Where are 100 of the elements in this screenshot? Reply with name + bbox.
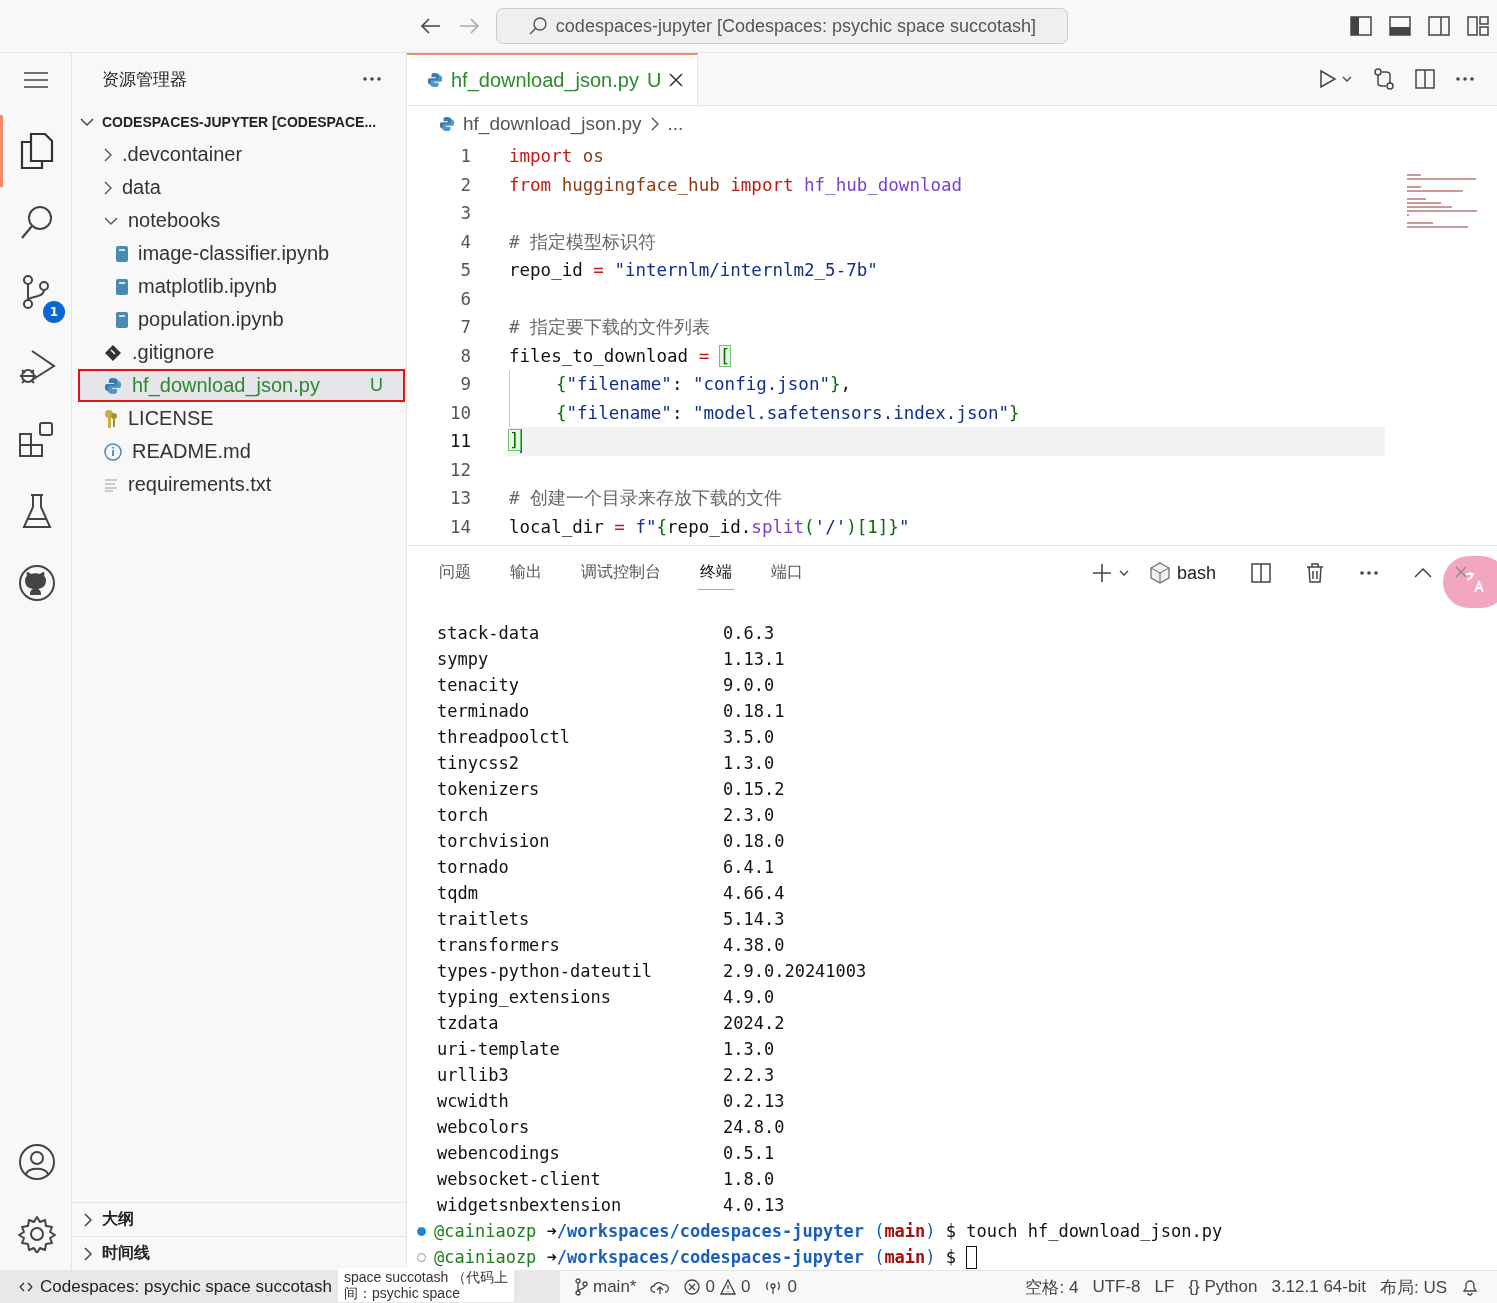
bell-icon[interactable] (1461, 1278, 1479, 1296)
branch-indicator[interactable]: main* (574, 1277, 637, 1297)
file-tree-item[interactable]: requirements.txt (78, 468, 405, 501)
terminal-cursor (966, 1245, 978, 1269)
files-icon[interactable] (19, 132, 55, 170)
terminal-text: 6.4.1 (723, 857, 775, 877)
flask-icon[interactable] (22, 493, 52, 529)
warning-count: 0 (740, 1277, 751, 1297)
terminal-text: tzdata (437, 1013, 500, 1033)
line-number: 13 (448, 488, 472, 509)
notebook-file-icon (116, 245, 128, 262)
cloud-upload-icon[interactable] (650, 1279, 671, 1295)
chevron-right-icon (104, 180, 112, 195)
terminal-text: 1.3.0 (723, 753, 775, 773)
file-tree-item[interactable]: README.md (78, 435, 405, 468)
command-status-dot[interactable] (417, 1226, 426, 1236)
close-icon[interactable] (669, 73, 684, 87)
terminal-shell-label[interactable]: bash (1176, 562, 1216, 584)
line-number: 10 (448, 402, 472, 423)
terminal-text: tinycss2 (437, 753, 520, 773)
line-number: 8 (459, 345, 472, 366)
line-number: 4 (459, 231, 472, 252)
text-file-icon (104, 477, 118, 492)
toggle-sidebar-icon[interactable] (1350, 16, 1372, 36)
error-count: 0 (705, 1277, 715, 1297)
chevron-down-icon (104, 216, 118, 225)
editor-tab[interactable]: hf_download_json.py U (407, 53, 699, 105)
back-arrow-icon[interactable] (420, 17, 442, 35)
breadcrumb-item[interactable]: ... (667, 113, 684, 135)
terminal-text: webcolors (437, 1117, 531, 1137)
status-bar-item[interactable]: {} Python (1188, 1277, 1258, 1297)
more-actions-icon[interactable] (1455, 76, 1475, 82)
command-center-search[interactable]: codespaces-jupyter [Codespaces: psychic space succotash] (496, 8, 1068, 44)
warning-icon (719, 1279, 736, 1295)
status-bar-item[interactable]: 3.12.1 64-bit (1271, 1277, 1366, 1297)
terminal-text: 0.18.0 (723, 831, 785, 851)
extensions-icon[interactable] (18, 420, 56, 458)
terminal-text: tenacity (437, 675, 520, 695)
toggle-secondary-sidebar-icon[interactable] (1428, 16, 1450, 36)
account-icon[interactable] (18, 1143, 56, 1181)
trash-icon[interactable] (1306, 563, 1324, 583)
terminal-text: 3.5.0 (723, 727, 775, 747)
diamond-icon (104, 343, 122, 362)
code-line: import os (509, 146, 604, 167)
terminal-text: typing_extensions (437, 987, 612, 1007)
run-icon[interactable] (1319, 69, 1353, 89)
terminal-text: torch (437, 805, 490, 825)
chevron-up-icon[interactable] (1414, 568, 1432, 578)
line-number: 5 (459, 260, 472, 281)
terminal-text: tqdm (437, 883, 479, 903)
split-terminal-icon[interactable] (1251, 563, 1271, 583)
code-line: {"filename": "config.json"}, (556, 374, 852, 395)
tree-root-item[interactable]: CODESPACES-JUPYTER [CODESPACE... (72, 105, 406, 138)
terminal-text: 9.0.0 (723, 675, 775, 695)
more-actions-icon[interactable] (1359, 570, 1379, 576)
line-number: 9 (459, 374, 472, 395)
toggle-panel-icon[interactable] (1389, 16, 1411, 36)
status-bar-item[interactable]: 空格: 4 (1025, 1275, 1079, 1299)
menu-icon[interactable] (22, 71, 49, 89)
file-tree-item[interactable]: hf_download_json.py U (78, 369, 405, 402)
ports-indicator[interactable]: 0 (764, 1277, 797, 1297)
terminal-text: 0.18.1 (723, 701, 785, 721)
terminal-text: 1.13.1 (723, 649, 785, 669)
run-debug-icon[interactable] (18, 348, 56, 386)
github-icon[interactable] (18, 564, 56, 602)
status-bar-item[interactable]: LF (1154, 1277, 1175, 1297)
file-tree-item[interactable]: population.ipynb (78, 303, 405, 336)
file-tree-item[interactable]: .gitignore (78, 336, 405, 369)
file-tree-item[interactable]: matplotlib.ipynb (78, 270, 405, 303)
compare-changes-icon[interactable] (1373, 68, 1395, 90)
settings-icon[interactable] (18, 1215, 56, 1253)
file-tree-item[interactable]: image-classifier.ipynb (78, 237, 405, 270)
panel-tab[interactable]: 调试控制台 (579, 556, 663, 590)
status-bar-item[interactable]: 布局: US (1379, 1275, 1447, 1299)
problems-indicator[interactable]: 0 0 (684, 1277, 751, 1297)
panel-tab[interactable]: 端口 (769, 556, 805, 590)
panel-tab[interactable]: 问题 (437, 556, 473, 590)
terminal-cube-icon (1148, 562, 1171, 584)
file-tree-item[interactable]: data (78, 171, 405, 204)
info-icon (104, 442, 122, 461)
more-actions-icon[interactable] (362, 76, 382, 82)
file-tree-item[interactable]: LICENSE (78, 402, 405, 435)
panel-tab[interactable]: 终端 (698, 556, 734, 590)
terminal-text: 0.15.2 (723, 779, 785, 799)
terminal-text: terminado (437, 701, 531, 721)
collapsible-section-header[interactable]: 大纲 (72, 1202, 406, 1236)
terminal-text: wcwidth (437, 1091, 510, 1111)
status-bar-item[interactable]: UTF-8 (1092, 1277, 1141, 1297)
terminal-prompt: @cainiaozp ➜/workspaces/codespaces-jupyter (main) $ touch hf_download_json.py (434, 1221, 1223, 1241)
python-file-icon (104, 376, 122, 395)
file-tree-item[interactable]: .devcontainer (78, 138, 405, 171)
customize-layout-icon[interactable] (1467, 16, 1489, 36)
terminal-text: 24.8.0 (723, 1117, 785, 1137)
split-editor-icon[interactable] (1415, 69, 1435, 89)
terminal-text: 0.2.13 (723, 1091, 785, 1111)
code-line: repo_id = "internlm/internlm2_5-7b" (509, 260, 878, 281)
terminal-text: 4.9.0 (723, 987, 775, 1007)
file-tree-item[interactable]: notebooks (78, 204, 405, 237)
panel-tab[interactable]: 输出 (508, 556, 544, 590)
breadcrumb-item[interactable]: hf_download_json.py (463, 113, 642, 135)
